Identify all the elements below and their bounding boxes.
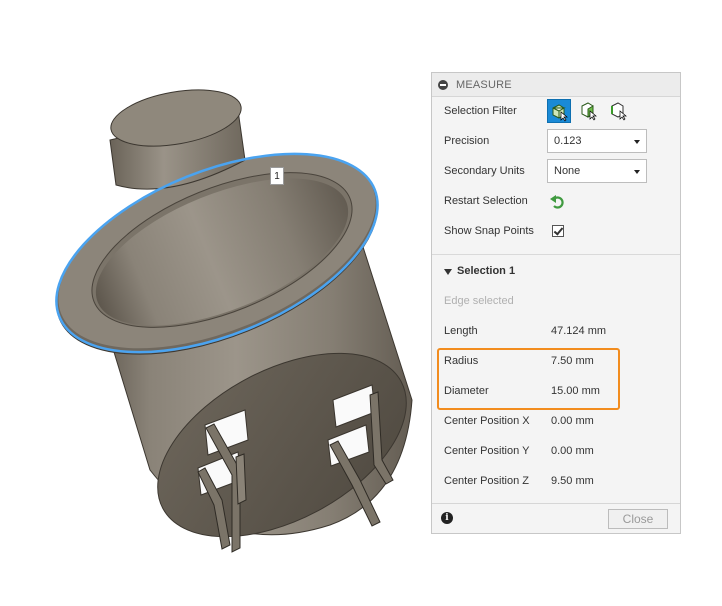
show-snap-points-row: Show Snap Points [432, 217, 680, 247]
diameter-value: 15.00 mm [551, 385, 600, 397]
close-button[interactable]: Close [608, 509, 668, 529]
measure-row-diameter: Diameter 15.00 mm [432, 377, 680, 407]
restart-arrow-icon[interactable] [549, 193, 567, 211]
diameter-label: Diameter [444, 385, 489, 397]
secondary-units-label: Secondary Units [444, 165, 525, 177]
section-divider [432, 254, 680, 255]
restart-selection-label: Restart Selection [444, 195, 528, 207]
restart-selection-row: Restart Selection [432, 187, 680, 217]
precision-row: Precision 0.123 [432, 127, 680, 157]
secondary-units-value: None [554, 165, 581, 177]
secondary-units-row: Secondary Units None [432, 157, 680, 187]
info-icon[interactable]: i [441, 512, 453, 524]
panel-header: MEASURE [432, 73, 680, 97]
dropdown-arrow-icon [634, 170, 640, 174]
panel-footer: i Close [432, 503, 680, 534]
expand-triangle-icon[interactable] [444, 269, 452, 275]
selection-section-title: Selection 1 [457, 265, 516, 277]
show-snap-points-label: Show Snap Points [444, 225, 534, 237]
selection-status-row: Edge selected [432, 287, 680, 317]
center-y-value: 0.00 mm [551, 445, 594, 457]
collapse-icon[interactable] [438, 80, 448, 90]
selection-status: Edge selected [444, 295, 514, 307]
measure-panel: MEASURE Selection Filter Precision 0.123… [431, 72, 681, 534]
precision-dropdown[interactable]: 0.123 [547, 129, 647, 153]
measure-row-center-y: Center Position Y 0.00 mm [432, 437, 680, 467]
dropdown-arrow-icon [634, 140, 640, 144]
selection-section-header[interactable]: Selection 1 [432, 257, 680, 287]
center-y-label: Center Position Y [444, 445, 530, 457]
selection-filter-label: Selection Filter [444, 105, 517, 117]
length-value: 47.124 mm [551, 325, 607, 337]
body-filter-icon[interactable] [547, 99, 571, 123]
center-z-value: 9.50 mm [551, 475, 594, 487]
secondary-units-dropdown[interactable]: None [547, 159, 647, 183]
measure-row-center-z: Center Position Z 9.50 mm [432, 467, 680, 497]
measure-row-length: Length 47.124 mm [432, 317, 680, 347]
selection-filter-row: Selection Filter [432, 97, 680, 127]
center-z-label: Center Position Z [444, 475, 529, 487]
edge-filter-icon[interactable] [607, 99, 631, 123]
selection-number-marker: 1 [270, 167, 284, 185]
center-x-value: 0.00 mm [551, 415, 594, 427]
length-label: Length [444, 325, 478, 337]
show-snap-points-checkbox[interactable] [552, 225, 564, 237]
panel-title: MEASURE [456, 79, 512, 91]
precision-value: 0.123 [554, 135, 582, 147]
radius-value: 7.50 mm [551, 355, 594, 367]
radius-label: Radius [444, 355, 479, 367]
face-filter-icon[interactable] [577, 99, 601, 123]
measure-row-radius: Radius 7.50 mm [432, 347, 680, 377]
measure-row-center-x: Center Position X 0.00 mm [432, 407, 680, 437]
center-x-label: Center Position X [444, 415, 530, 427]
precision-label: Precision [444, 135, 490, 147]
